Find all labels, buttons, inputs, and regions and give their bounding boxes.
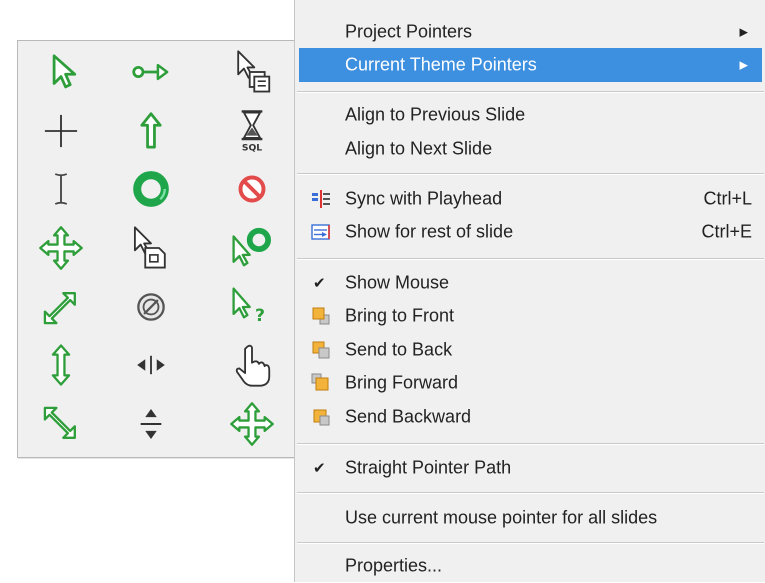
sync-playhead-icon	[312, 190, 330, 208]
menu-separator	[297, 492, 764, 494]
move-alt-icon[interactable]	[198, 395, 305, 454]
copy-pointer-icon[interactable]	[198, 43, 305, 102]
menu-item-label: Show Mouse	[345, 272, 450, 293]
menu-item-show-mouse[interactable]: ✔ Show Mouse	[299, 266, 762, 300]
working-in-background-icon[interactable]	[198, 219, 305, 278]
busy-ring-icon[interactable]	[103, 160, 198, 219]
bring-forward-icon	[311, 373, 329, 391]
no-entry-icon[interactable]	[103, 277, 198, 336]
menu-item-label: Use current mouse pointer for all slides	[345, 507, 658, 528]
shortcut-label: Ctrl+E	[701, 221, 752, 242]
pointer-palette: SQL ?	[17, 40, 306, 458]
checkmark-icon: ✔	[313, 460, 326, 477]
crosshair-icon[interactable]	[18, 102, 103, 161]
text-ibeam-icon[interactable]	[18, 160, 103, 219]
send-backward-icon	[313, 409, 330, 426]
send-to-back-icon	[312, 341, 330, 359]
menu-separator	[297, 258, 764, 260]
menu-item-label: Properties...	[345, 555, 443, 576]
arrow-pointer-icon[interactable]	[18, 43, 103, 102]
menu-separator	[297, 542, 764, 544]
menu-item-send-backward[interactable]: Send Backward	[299, 400, 762, 434]
hourglass-label: SQL	[241, 142, 261, 153]
context-menu: Project Pointers ▶ Current Theme Pointer…	[294, 0, 765, 582]
menu-separator	[297, 91, 764, 93]
menu-item-show-rest-of-slide[interactable]: Show for rest of slide Ctrl+E	[299, 215, 762, 249]
menu-item-sync-playhead[interactable]: Sync with Playhead Ctrl+L	[299, 182, 762, 216]
bring-to-front-icon	[312, 307, 330, 325]
menu-item-label: Sync with Playhead	[345, 188, 503, 209]
show-rest-of-slide-icon	[311, 224, 330, 240]
up-arrow-icon[interactable]	[103, 102, 198, 161]
unavailable-icon[interactable]	[198, 160, 305, 219]
menu-item-label: Bring to Front	[345, 305, 455, 326]
menu-item-label: Send to Back	[345, 339, 453, 360]
menu-item-align-next[interactable]: Align to Next Slide	[299, 132, 762, 166]
hand-doc-icon[interactable]	[103, 219, 198, 278]
menu-item-bring-to-front[interactable]: Bring to Front	[299, 299, 762, 333]
diagonal-resize-icon[interactable]	[18, 277, 103, 336]
menu-item-label: Bring Forward	[345, 372, 459, 393]
menu-separator	[297, 443, 764, 445]
menu-item-label: Straight Pointer Path	[345, 457, 512, 478]
hand-pointer-icon[interactable]	[198, 336, 305, 395]
menu-separator	[297, 173, 764, 175]
menu-item-label: Project Pointers	[345, 21, 473, 42]
svg-text:?: ?	[255, 305, 265, 325]
vertical-resize-icon[interactable]	[18, 336, 103, 395]
vertical-split-icon[interactable]	[103, 395, 198, 454]
hourglass-sql-icon[interactable]: SQL	[198, 102, 305, 161]
horizontal-split-icon[interactable]	[103, 336, 198, 395]
menu-item-bring-forward[interactable]: Bring Forward	[299, 366, 762, 400]
help-pointer-icon[interactable]: ?	[198, 277, 305, 336]
submenu-arrow-icon: ▶	[739, 59, 748, 72]
menu-item-label: Align to Previous Slide	[345, 104, 526, 125]
menu-item-straight-pointer-path[interactable]: ✔ Straight Pointer Path	[299, 451, 762, 485]
checkmark-icon: ✔	[313, 275, 326, 292]
move-icon[interactable]	[18, 219, 103, 278]
menu-item-align-previous[interactable]: Align to Previous Slide	[299, 98, 762, 132]
menu-item-project-pointers[interactable]: Project Pointers ▶	[299, 15, 762, 49]
menu-item-label: Show for rest of slide	[345, 221, 514, 242]
menu-item-label: Current Theme Pointers	[345, 54, 537, 75]
menu-item-label: Send Backward	[345, 406, 472, 427]
menu-item-label: Align to Next Slide	[345, 138, 493, 159]
pointer-grid: SQL ?	[18, 43, 305, 453]
menu-item-properties[interactable]: Properties...	[299, 549, 762, 583]
shortcut-label: Ctrl+L	[703, 188, 752, 209]
menu-item-current-theme-pointers[interactable]: Current Theme Pointers ▶	[299, 48, 762, 82]
link-select-icon[interactable]	[103, 43, 198, 102]
menu-item-send-to-back[interactable]: Send to Back	[299, 333, 762, 367]
diagonal-resize-alt-icon[interactable]	[18, 395, 103, 454]
submenu-arrow-icon: ▶	[739, 26, 748, 39]
menu-item-use-current-pointer[interactable]: Use current mouse pointer for all slides	[299, 501, 762, 535]
